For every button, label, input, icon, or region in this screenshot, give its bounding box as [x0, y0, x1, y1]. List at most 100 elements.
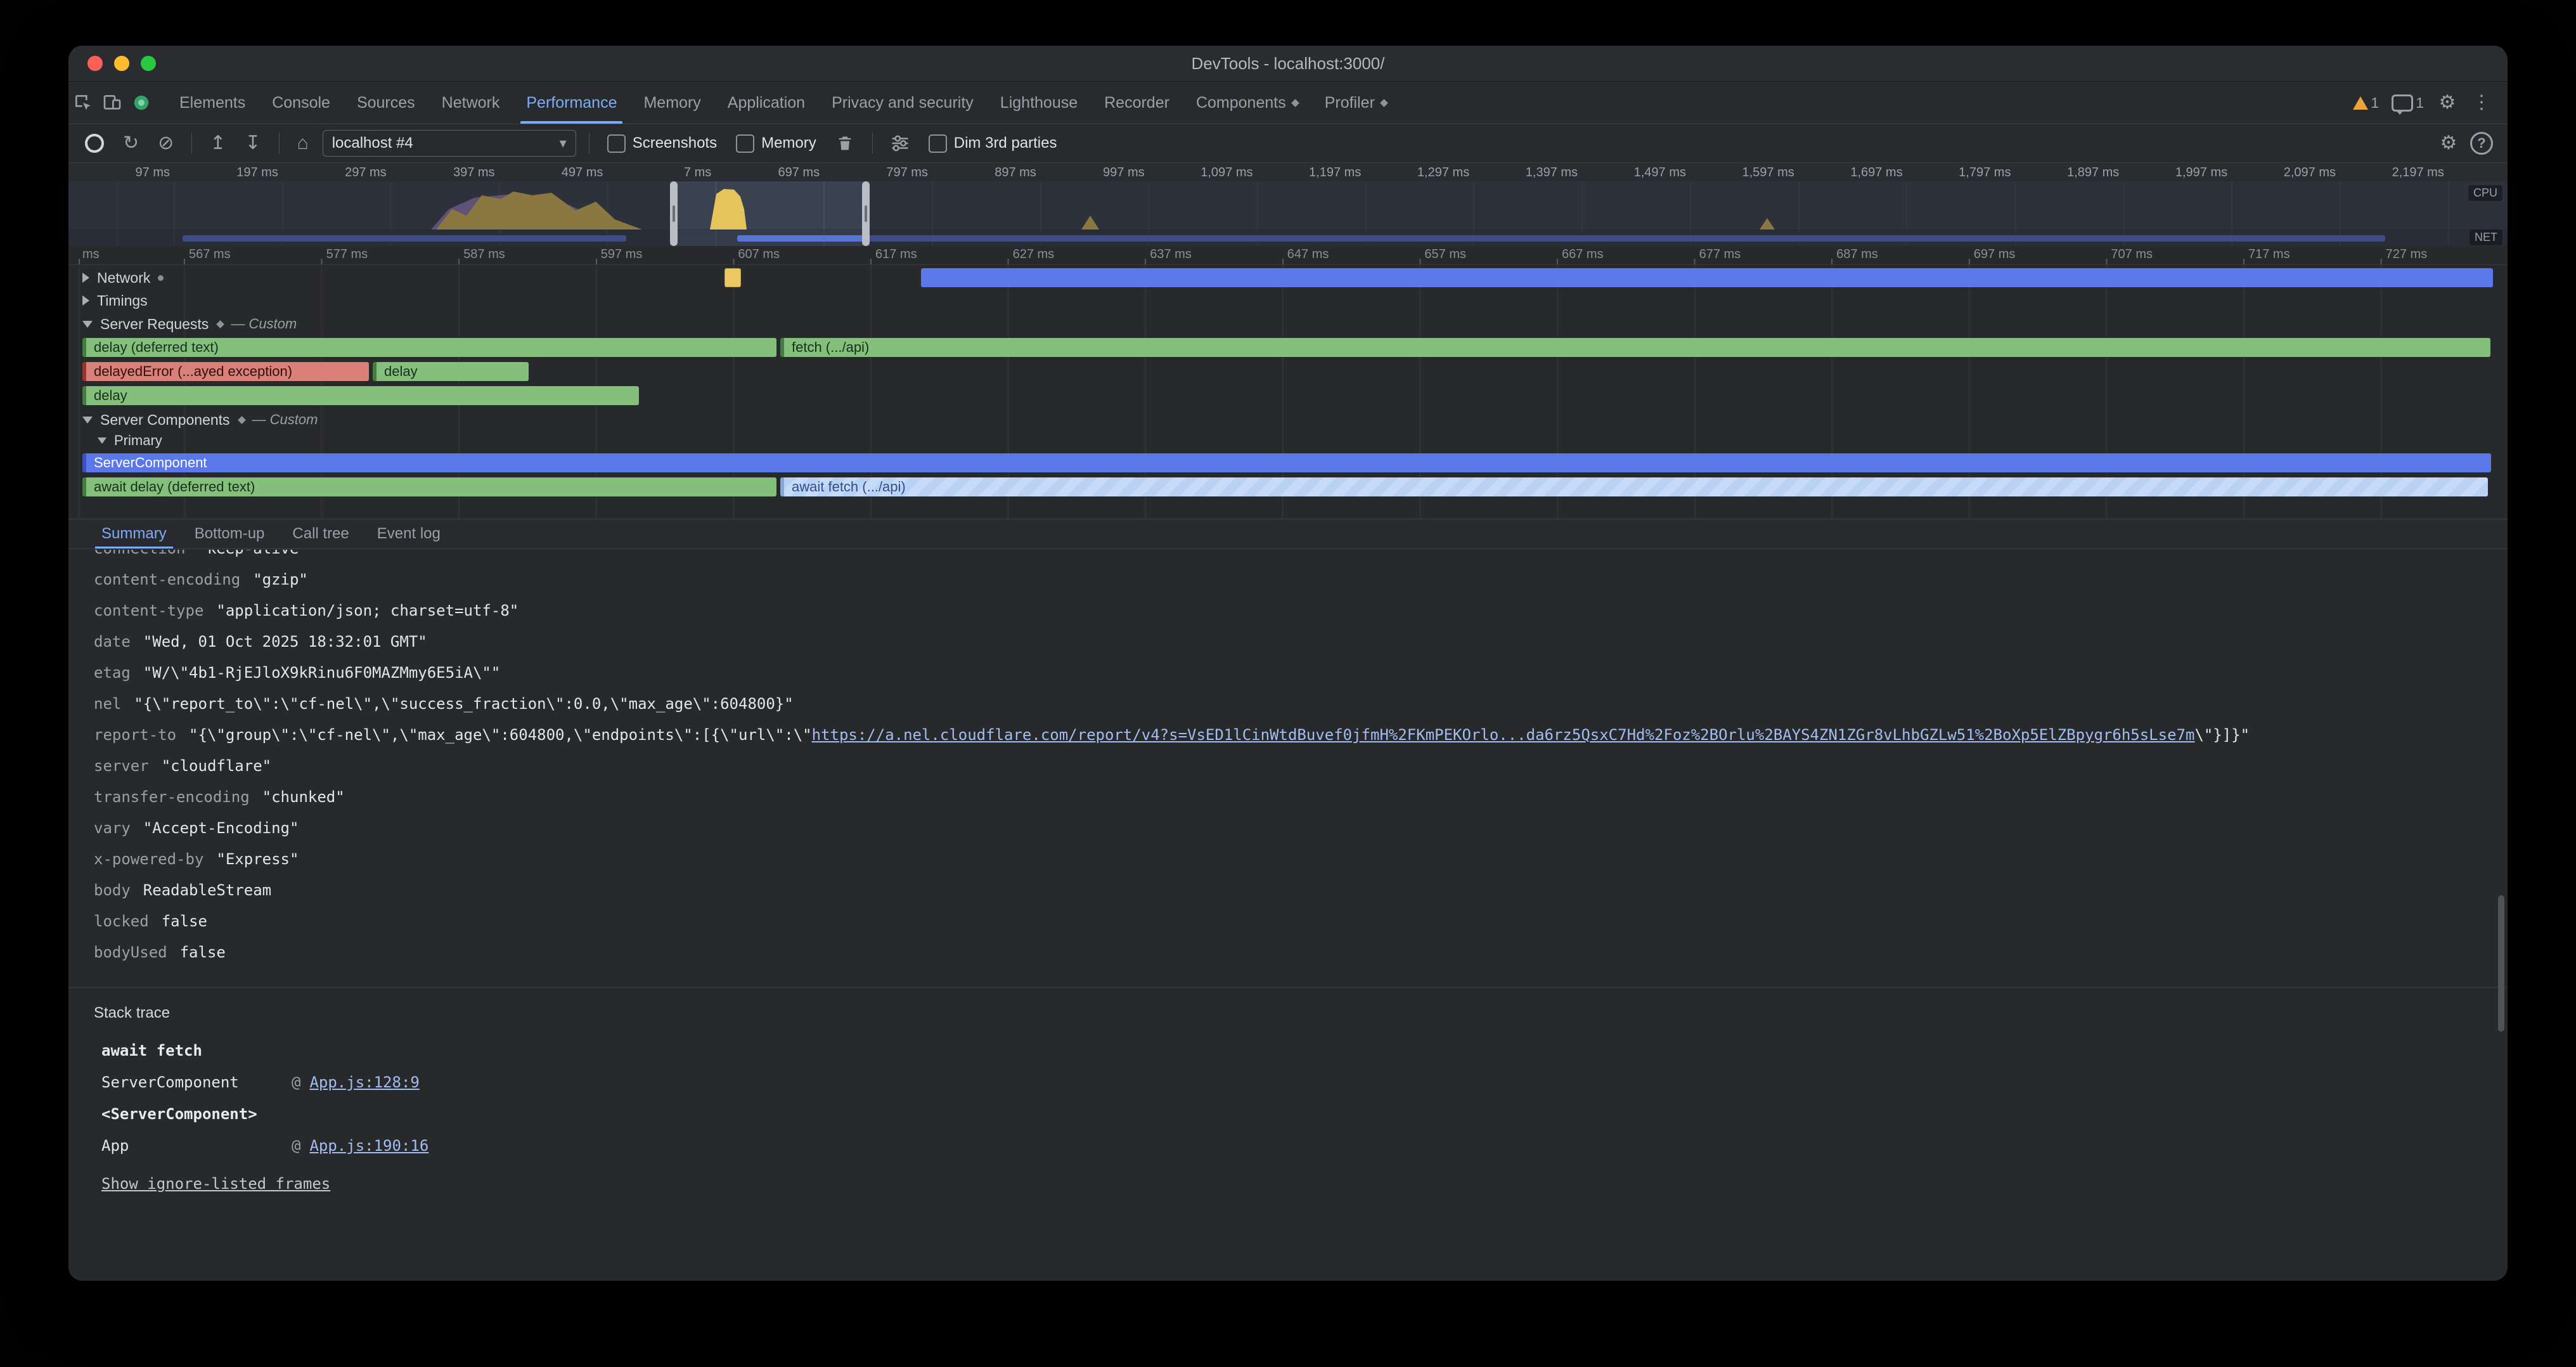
flame-bar-delay[interactable]: delay	[373, 362, 529, 381]
overview-time-label: 697 ms	[778, 165, 820, 180]
tab-application[interactable]: Application	[714, 82, 818, 124]
async-boundary-label: await fetch	[101, 1042, 202, 1059]
screenshots-label: Screenshots	[633, 134, 717, 152]
tab-lighthouse[interactable]: Lighthouse	[987, 82, 1091, 124]
expanded-triangle-icon[interactable]	[82, 321, 93, 328]
tab-performance[interactable]: Performance	[513, 82, 630, 124]
selection-left-handle[interactable]	[670, 181, 678, 246]
flame-bar-delay[interactable]: delay	[82, 386, 639, 405]
tab-network[interactable]: Network	[428, 82, 513, 124]
collect-garbage-icon[interactable]	[830, 129, 860, 158]
network-conditions-icon[interactable]	[886, 129, 915, 158]
tab-memory[interactable]: Memory	[630, 82, 714, 124]
tab-bottom-up[interactable]: Bottom-up	[181, 519, 279, 548]
header-value: ReadableStream	[143, 881, 271, 899]
custom-panel-icon	[1380, 99, 1388, 107]
primary-group-header[interactable]: Primary	[68, 431, 2508, 451]
tab-components[interactable]: Components	[1183, 82, 1311, 124]
collapsed-triangle-icon[interactable]	[82, 273, 89, 283]
server-requests-track-header[interactable]: Server Requests — Custom	[68, 313, 2508, 335]
warning-icon	[2353, 96, 2368, 110]
header-name: x-powered-by	[94, 850, 203, 868]
tab-recorder[interactable]: Recorder	[1091, 82, 1183, 124]
load-profile-icon[interactable]: ↧	[240, 134, 266, 153]
inspect-element-icon[interactable]	[68, 88, 98, 117]
screenshots-checkbox[interactable]	[607, 134, 626, 153]
help-button[interactable]: ?	[2467, 129, 2496, 158]
response-header-row: server"cloudflare"	[94, 751, 2508, 782]
show-ignore-listed-link[interactable]: Show ignore-listed frames	[94, 1168, 2508, 1200]
response-header-row: lockedfalse	[94, 906, 2508, 937]
tab-sources[interactable]: Sources	[344, 82, 428, 124]
response-header-row: vary"Accept-Encoding"	[94, 813, 2508, 844]
timings-track-row[interactable]: Timings	[68, 290, 2508, 311]
history-select[interactable]: localhost #4 ▾	[323, 130, 576, 157]
flame-bar-await-fetch[interactable]: await fetch (.../api)	[780, 477, 2488, 496]
tab-profiler[interactable]: Profiler	[1311, 82, 1400, 124]
tab-privacy-security[interactable]: Privacy and security	[818, 82, 987, 124]
network-request-bar[interactable]	[724, 268, 741, 287]
chevron-down-icon: ▾	[560, 135, 567, 152]
tab-elements[interactable]: Elements	[166, 82, 259, 124]
header-name: content-type	[94, 602, 203, 619]
close-button[interactable]	[87, 56, 103, 71]
stack-frame: <ServerComponent>	[94, 1098, 2508, 1130]
network-request-bar[interactable]	[921, 268, 2493, 287]
desktop-background: DevTools - localhost:3000/ Elements Cons…	[0, 0, 2576, 1367]
messages-button[interactable]: 1	[2388, 88, 2428, 117]
more-options-button[interactable]: ⋮	[2467, 88, 2496, 117]
response-headers-list: connection"keep-alive" content-encoding"…	[68, 550, 2508, 968]
zoom-button[interactable]	[141, 56, 156, 71]
selection-right-handle[interactable]	[862, 181, 870, 246]
toolbar-divider	[191, 133, 192, 154]
frame-source-link[interactable]: App.js:128:9	[309, 1073, 419, 1091]
devtools-settings-button[interactable]: ⚙	[2433, 88, 2462, 117]
frame-function-name: ServerComponent	[101, 1066, 292, 1098]
tab-console[interactable]: Console	[259, 82, 344, 124]
dim-third-parties-checkbox[interactable]	[929, 134, 947, 153]
flame-bar-server-component[interactable]: ServerComponent	[82, 453, 2491, 472]
details-scrollbar-thumb[interactable]	[2498, 895, 2504, 1032]
reload-and-record-icon[interactable]: ↻	[118, 134, 144, 153]
header-value: "Wed, 01 Oct 2025 18:32:01 GMT"	[143, 633, 427, 651]
server-components-bar-row: ServerComponent	[68, 452, 2508, 474]
header-value: "{\"report_to\":\"cf-nel\",\"success_fra…	[134, 695, 793, 713]
response-header-row: content-type"application/json; charset=u…	[94, 595, 2508, 626]
record-icon[interactable]	[85, 134, 104, 153]
server-components-track-header[interactable]: Server Components — Custom	[68, 409, 2508, 431]
flame-bar-delay-deferred[interactable]: delay (deferred text)	[82, 338, 776, 357]
frame-source-link[interactable]: App.js:190:16	[309, 1137, 428, 1155]
expanded-triangle-icon[interactable]	[82, 417, 93, 424]
device-toolbar-icon[interactable]	[98, 88, 127, 117]
clear-recording-icon[interactable]: ⊘	[153, 134, 179, 153]
header-value: "keep-alive"	[198, 550, 308, 557]
tab-event-log[interactable]: Event log	[363, 519, 454, 548]
overview-time-label: 497 ms	[562, 165, 603, 180]
tab-call-tree[interactable]: Call tree	[278, 519, 363, 548]
flame-bar-fetch-api[interactable]: fetch (.../api)	[780, 338, 2490, 357]
async-boundary-label: <ServerComponent>	[101, 1105, 257, 1123]
stack-trace-title: Stack trace	[94, 1004, 2508, 1022]
expanded-triangle-icon[interactable]	[98, 437, 106, 444]
flame-bar-delayed-error[interactable]: delayedError (...ayed exception)	[82, 362, 369, 381]
header-value-suffix: \"}]}"	[2194, 726, 2250, 744]
extension-icon[interactable]	[127, 88, 156, 117]
panel-settings-button[interactable]: ⚙	[2434, 129, 2463, 158]
tab-summary[interactable]: Summary	[87, 519, 181, 548]
summary-details-pane: connection"keep-alive" content-encoding"…	[68, 550, 2508, 1281]
header-value-link[interactable]: https://a.nel.cloudflare.com/report/v4?s…	[812, 726, 2195, 744]
warnings-button[interactable]: 1	[2349, 88, 2383, 117]
live-metrics-home-icon[interactable]: ⌂	[292, 134, 314, 153]
track-config-dot-icon[interactable]	[158, 275, 164, 281]
overview-time-label: 297 ms	[345, 165, 387, 180]
memory-checkbox[interactable]	[736, 134, 754, 153]
save-profile-icon[interactable]: ↥	[205, 134, 231, 153]
gear-icon: ⚙	[2435, 134, 2463, 153]
flame-bar-await-delay[interactable]: await delay (deferred text)	[82, 477, 776, 496]
collapsed-triangle-icon[interactable]	[82, 295, 89, 306]
devtools-tab-bar: Elements Console Sources Network Perform…	[68, 82, 2508, 124]
history-select-value: localhost #4	[332, 134, 413, 152]
network-track-row[interactable]: Network	[68, 266, 2508, 290]
minimize-button[interactable]	[114, 56, 129, 71]
timeline-overview[interactable]: 97 ms197 ms297 ms397 ms497 ms7 ms697 ms7…	[68, 164, 2508, 246]
